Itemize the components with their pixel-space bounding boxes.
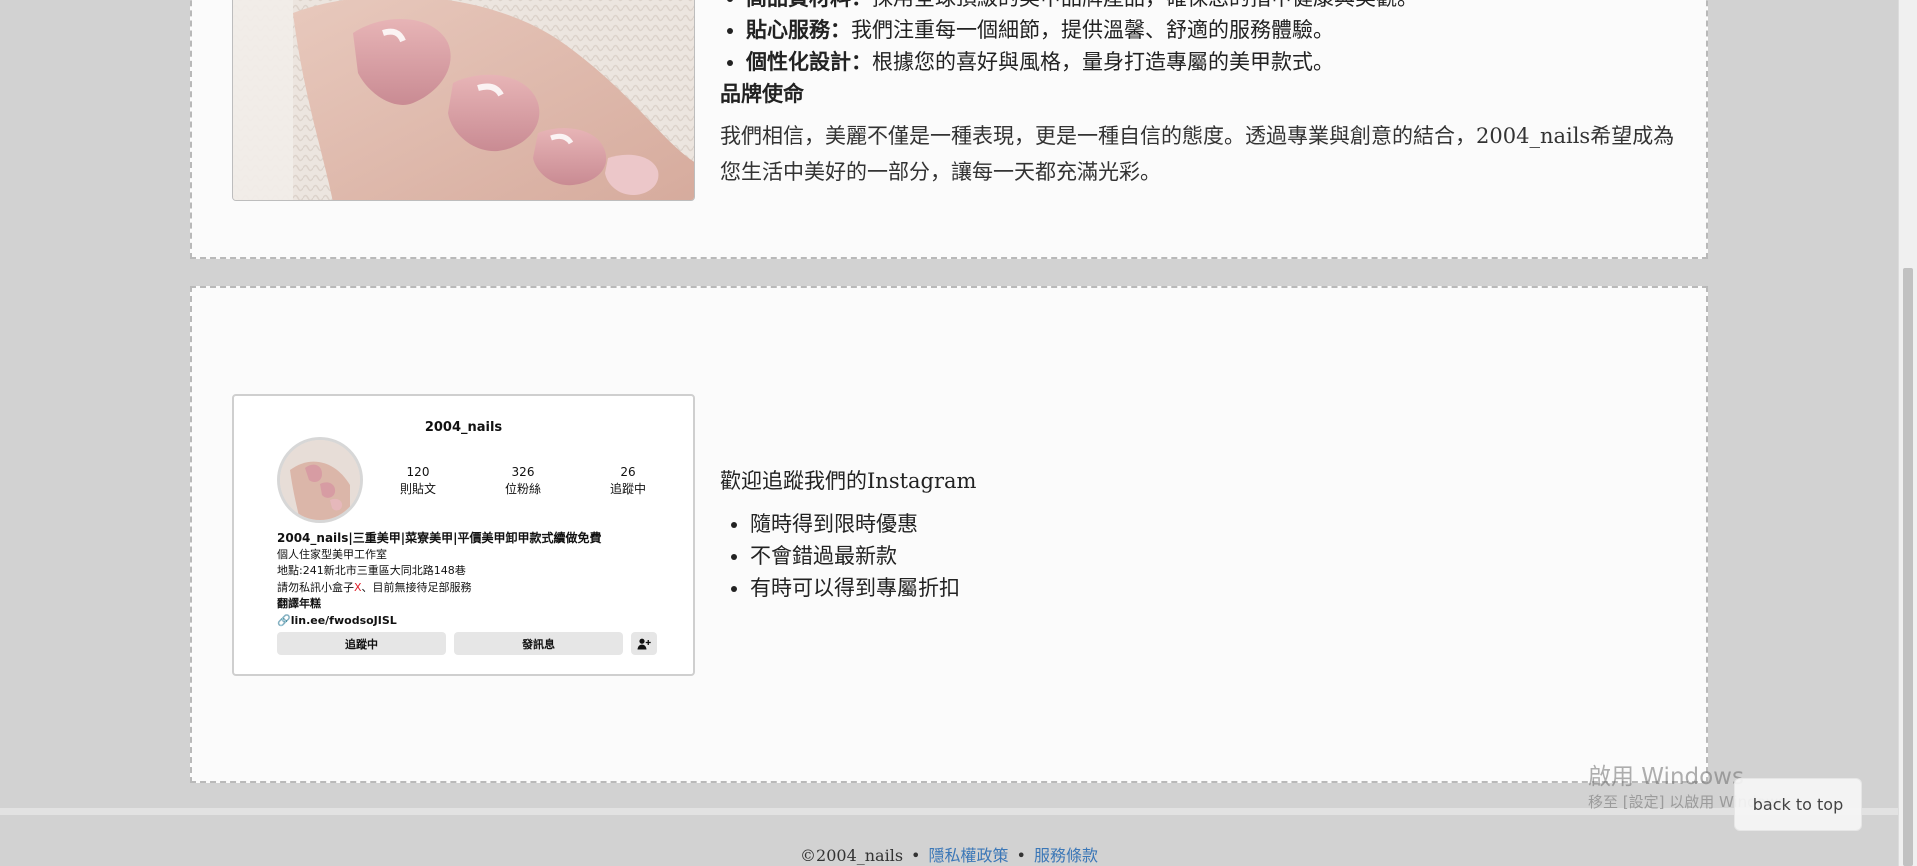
instagram-promo-title: 歡迎追蹤我們的Instagram (720, 469, 977, 493)
stat-label: 位粉絲 (504, 482, 541, 496)
avatar-image (280, 440, 360, 520)
instagram-promo: 歡迎追蹤我們的Instagram 隨時得到限時優惠 不會錯過最新款 有時可以得到… (720, 466, 976, 604)
feature-list: 高品質材料：採用全球頂級的美甲品牌產品，確保您的指甲健康與美觀。 貼心服務：我們… (720, 0, 1680, 78)
instagram-section: 2004_nails 120 則貼文 326 位粉絲 26 追蹤中 2004_n… (190, 286, 1708, 783)
benefit-item: 隨時得到限時優惠 (750, 508, 976, 540)
bio-line: 翻譯年糕 (277, 597, 321, 610)
bio-line: 個人住家型美甲工作室 (277, 547, 387, 561)
page-viewport: 高品質材料：採用全球頂級的美甲品牌產品，確保您的指甲健康與美觀。 貼心服務：我們… (0, 0, 1898, 866)
feature-item: 個性化設計：根據您的喜好與風格，量身打造專屬的美甲款式。 (746, 46, 1680, 78)
feature-desc: 我們注重每一個細節，提供溫馨、舒適的服務體驗。 (851, 18, 1334, 42)
mission-title: 品牌使命 (720, 81, 804, 106)
about-text: 高品質材料：採用全球頂級的美甲品牌產品，確保您的指甲健康與美觀。 貼心服務：我們… (720, 0, 1680, 190)
feature-desc: 根據您的喜好與風格，量身打造專屬的美甲款式。 (872, 50, 1334, 74)
instagram-benefits-list: 隨時得到限時優惠 不會錯過最新款 有時可以得到專屬折扣 (720, 508, 976, 604)
footer-bullet: • (1016, 846, 1026, 865)
privacy-policy-link[interactable]: 隱私權政策 (928, 846, 1008, 865)
stat-following[interactable]: 26 追蹤中 (588, 464, 668, 498)
stat-number: 26 (620, 465, 636, 479)
stat-number: 120 (406, 465, 430, 479)
bio-line: 地點:241新北市三重區大同北路148巷 (277, 564, 466, 577)
profile-bio: 2004_nails|三重美甲|菜寮美甲|平價美甲卸甲款式續做免費 個人住家型美… (277, 530, 677, 629)
avatar[interactable] (277, 437, 363, 523)
scrollbar-thumb[interactable] (1903, 268, 1913, 866)
feature-item: 貼心服務：我們注重每一個細節，提供溫馨、舒適的服務體驗。 (746, 14, 1680, 46)
footer-bullet: • (911, 846, 921, 865)
bio-line: 請勿私訊小盒子X、目前無接待足部服務 (277, 580, 677, 597)
stat-followers[interactable]: 326 位粉絲 (483, 464, 563, 498)
following-button[interactable]: 追蹤中 (277, 632, 446, 655)
red-x-mark: X (354, 580, 362, 594)
stat-label: 追蹤中 (609, 482, 646, 496)
benefit-item: 有時可以得到專屬折扣 (750, 572, 976, 604)
back-to-top-button[interactable]: back to top (1734, 778, 1862, 831)
bio-text: 、目前無接待足部服務 (361, 580, 472, 594)
about-section: 高品質材料：採用全球頂級的美甲品牌產品，確保您的指甲健康與美觀。 貼心服務：我們… (190, 0, 1708, 259)
instagram-profile-card[interactable]: 2004_nails 120 則貼文 326 位粉絲 26 追蹤中 2004_n… (232, 394, 695, 676)
stat-number: 326 (511, 465, 535, 479)
mission-body: 我們相信，美麗不僅是一種表現，更是一種自信的態度。透過專業與創意的結合，2004… (720, 124, 1675, 184)
feature-title: 貼心服務： (746, 17, 851, 42)
bio-name: 2004_nails|三重美甲|菜寮美甲|平價美甲卸甲款式續做免費 (277, 531, 602, 545)
nails-illustration (233, 0, 694, 200)
add-person-icon (637, 638, 651, 649)
page-scrollbar[interactable] (1898, 0, 1917, 866)
bio-link[interactable]: 🔗lin.ee/fwodsoJISL (277, 613, 677, 630)
instagram-handle[interactable]: 2004_nails (234, 420, 693, 435)
footer: ©2004_nails • 隱私權政策 • 服務條款 (0, 842, 1898, 866)
benefit-item: 不會錯過最新款 (750, 540, 976, 572)
bio-text: 請勿私訊小盒子 (277, 580, 354, 594)
copyright: ©2004_nails (800, 846, 904, 865)
stat-label: 則貼文 (399, 482, 436, 496)
feature-title: 高品質材料： (746, 0, 872, 10)
terms-of-service-link[interactable]: 服務條款 (1034, 846, 1098, 865)
feature-item: 高品質材料：採用全球頂級的美甲品牌產品，確保您的指甲健康與美觀。 (746, 0, 1680, 14)
feature-desc: 採用全球頂級的美甲品牌產品，確保您的指甲健康與美觀。 (872, 0, 1418, 10)
message-button[interactable]: 發訊息 (454, 632, 623, 655)
feature-title: 個性化設計： (746, 49, 872, 74)
add-person-button[interactable] (631, 632, 657, 655)
stat-posts[interactable]: 120 則貼文 (378, 464, 458, 498)
nails-photo (232, 0, 695, 201)
